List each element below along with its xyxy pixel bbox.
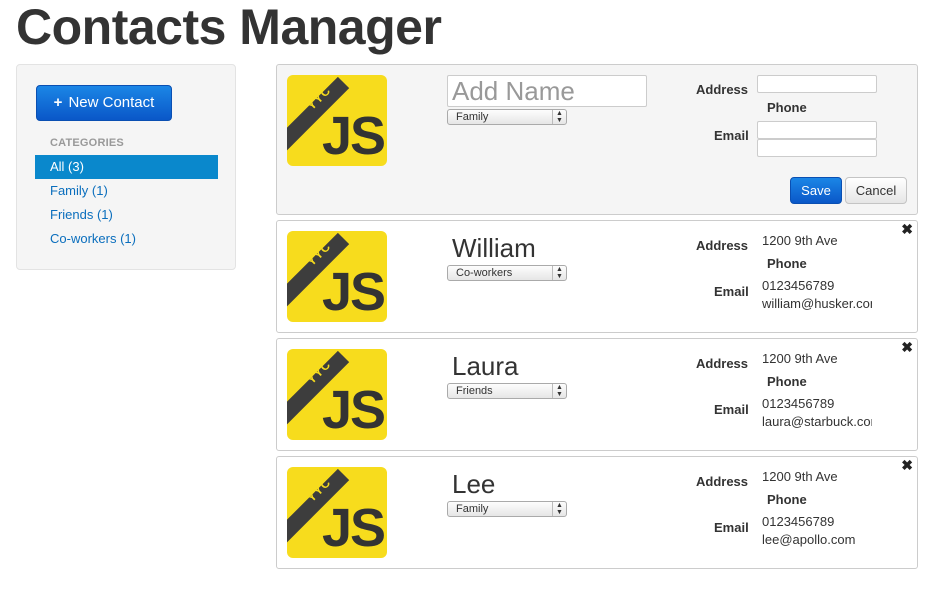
email-value: william@husker.com [762, 296, 872, 311]
email-label: Email [714, 520, 749, 535]
phone-value: 0123456789 [762, 278, 835, 293]
address-label: Address [696, 474, 749, 489]
address-label: Address [696, 238, 749, 253]
close-icon[interactable]: ✖ [901, 457, 913, 474]
category-list: All (3) Family (1) Friends (1) Co-worker… [35, 155, 218, 251]
address-label: Address [696, 356, 749, 371]
address-label: Address [696, 82, 749, 97]
category-select-value: Friends [456, 385, 493, 397]
category-family[interactable]: Family (1) [35, 179, 218, 203]
email-value: laura@starbuck.com [762, 414, 872, 429]
cancel-button[interactable]: Cancel [845, 177, 907, 204]
category-all[interactable]: All (3) [35, 155, 218, 179]
contact-name: William [452, 233, 536, 263]
phone-field[interactable] [757, 121, 877, 139]
category-select[interactable]: Co-workers ▲ ▼ [447, 265, 567, 281]
address-value: 1200 9th Ave [762, 469, 838, 484]
contact-avatar: YYC JS [287, 467, 387, 558]
address-field[interactable] [757, 75, 877, 93]
category-select[interactable]: Family ▲ ▼ [447, 501, 567, 517]
address-value: 1200 9th Ave [762, 351, 838, 366]
email-label: Email [714, 128, 749, 143]
contact-name: Lee [452, 469, 496, 499]
logo-text: JS [321, 262, 386, 322]
contact-card: YYC JS William Co-workers ▲ ▼ Address 120… [276, 220, 918, 333]
phone-value: 0123456789 [762, 514, 835, 529]
new-contact-card: YYC JS Family ▲▼ Address Phone Email Sav… [276, 64, 918, 215]
category-select-value: Co-workers [456, 267, 513, 279]
logo-text: JS [321, 106, 386, 166]
select-arrows-icon: ▲ ▼ [552, 384, 566, 398]
contact-card: YYC JS Laura Friends ▲ ▼ Address 1200 9th… [276, 338, 918, 451]
select-arrows-icon: ▲ ▼ [552, 266, 566, 280]
email-label: Email [714, 402, 749, 417]
page-title: Contacts Manager [16, 0, 442, 55]
select-arrows-icon: ▲ ▼ [552, 502, 566, 516]
email-label: Email [714, 284, 749, 299]
contact-name: Laura [452, 351, 519, 381]
phone-value: 0123456789 [762, 396, 835, 411]
category-select[interactable]: Friends ▲ ▼ [447, 383, 567, 399]
category-select-value: Family [456, 503, 489, 515]
sidebar: + New Contact CATEGORIES All (3) Family (… [16, 64, 236, 270]
plus-icon: + [53, 94, 63, 111]
new-contact-label: New Contact [68, 94, 155, 111]
categories-header: CATEGORIES [50, 137, 124, 149]
category-select-value: Family [456, 111, 489, 123]
contact-avatar: YYC JS [287, 75, 387, 166]
logo-text: JS [321, 380, 386, 440]
close-icon[interactable]: ✖ [901, 221, 913, 238]
address-value: 1200 9th Ave [762, 233, 838, 248]
contact-avatar: YYC JS [287, 349, 387, 440]
phone-label: Phone [767, 100, 807, 115]
select-arrows-icon: ▲ ▼ [552, 110, 566, 124]
phone-label: Phone [767, 492, 807, 507]
contact-card: YYC JS Lee Family ▲ ▼ Address 1200 9th Av… [276, 456, 918, 569]
category-friends[interactable]: Friends (1) [35, 203, 218, 227]
phone-label: Phone [767, 256, 807, 271]
phone-label: Phone [767, 374, 807, 389]
logo-text: JS [321, 498, 386, 558]
category-select[interactable]: Family ▲ ▼ [447, 109, 567, 125]
contact-avatar: YYC JS [287, 231, 387, 322]
close-icon[interactable]: ✖ [901, 339, 913, 356]
email-value: lee@apollo.com [762, 532, 856, 547]
save-button[interactable]: Save [790, 177, 842, 204]
name-input[interactable] [447, 75, 647, 107]
email-field[interactable] [757, 139, 877, 157]
category-coworkers[interactable]: Co-workers (1) [35, 227, 218, 251]
new-contact-button[interactable]: + New Contact [36, 85, 172, 121]
